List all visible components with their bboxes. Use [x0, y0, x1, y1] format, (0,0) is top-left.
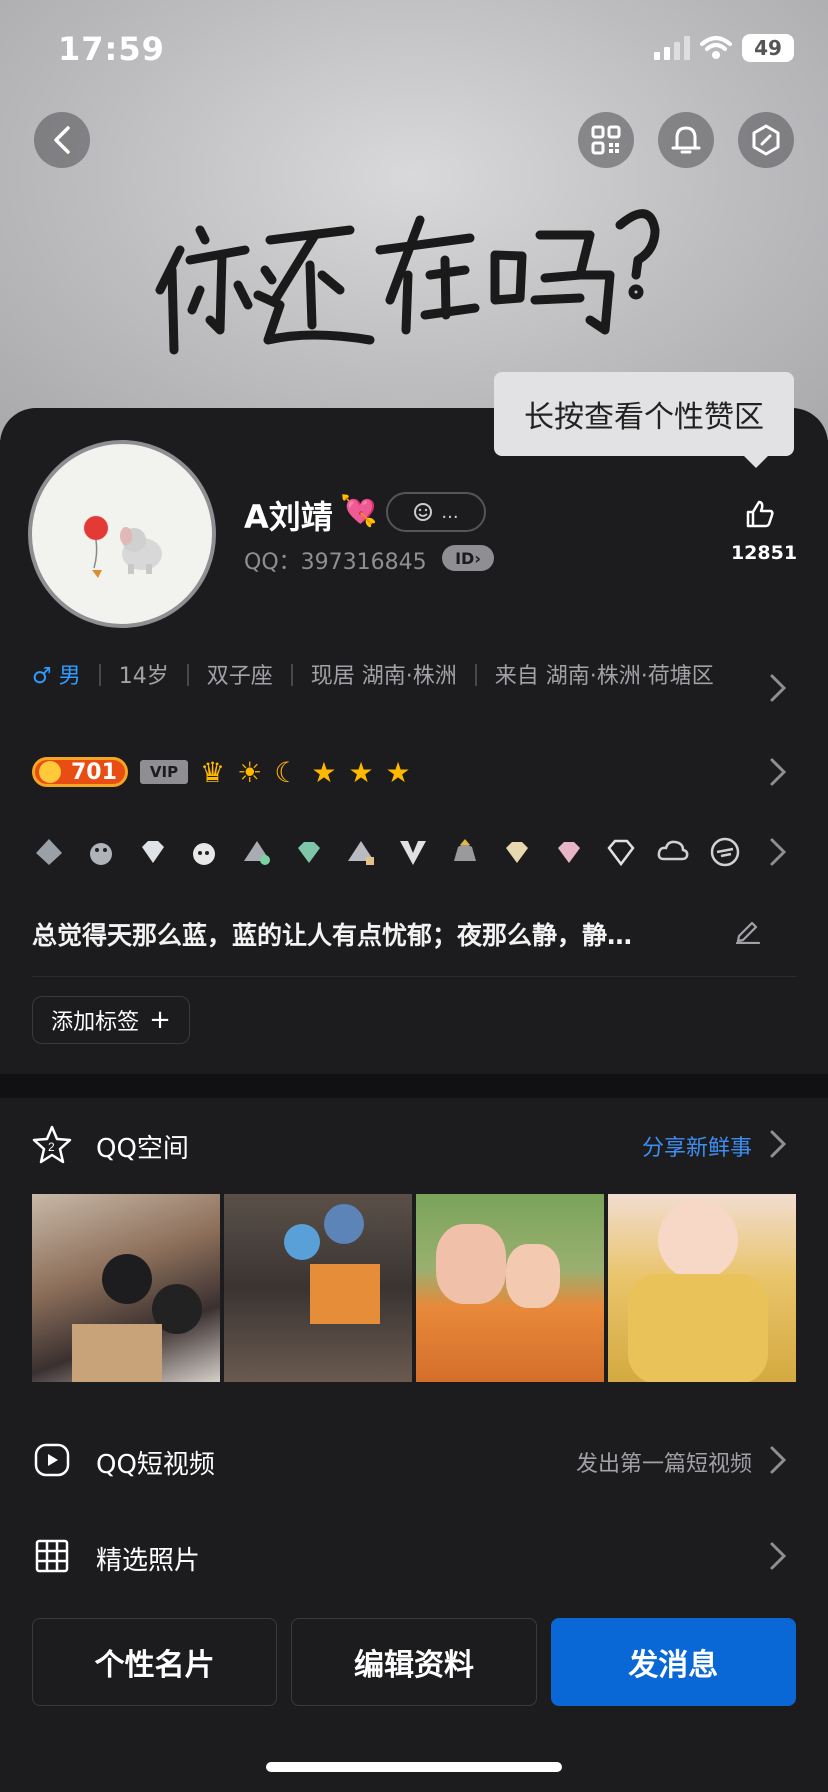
medal-icon [244, 841, 270, 865]
gender-label: ♂ 男 [32, 664, 81, 689]
back-button[interactable] [34, 112, 90, 168]
coin-icon [39, 761, 61, 783]
id-badge[interactable]: ID › [442, 545, 494, 571]
current-location: 现居 湖南·株洲 [310, 664, 457, 689]
emoji-add-icon [414, 503, 433, 521]
qzone-chevron-icon [770, 1130, 787, 1158]
avatar-illustration [84, 516, 162, 578]
qzone-photo-strip[interactable] [32, 1194, 796, 1382]
diamond-icon [558, 842, 580, 863]
edit-profile-button[interactable]: 编辑资料 [291, 1618, 537, 1706]
wifi-icon [700, 36, 732, 59]
diamond-icon [298, 842, 320, 863]
cloud-icon [657, 840, 689, 861]
medal-icon [348, 841, 374, 865]
add-tag-button[interactable]: 添加标签 + [32, 996, 190, 1044]
id-badge-label: ID [455, 548, 475, 568]
hometown-location: 来自 湖南·株洲·荷塘区 [494, 664, 714, 689]
plus-icon: + [149, 1005, 171, 1035]
status-time: 17:59 [58, 30, 165, 68]
crown-icon: ♛ [200, 755, 226, 789]
star-icon: ★ [385, 755, 411, 789]
personal-info[interactable]: ♂ 男 14岁 双子座 现居 湖南·株洲 来自 湖南·株洲·荷塘区 [32, 658, 732, 696]
star-icon: ★ [311, 755, 337, 789]
sun-icon: ☀ [237, 755, 263, 789]
hexagon-settings-icon [752, 124, 780, 156]
qr-code-icon [591, 125, 621, 155]
post-first-video-link[interactable]: 发出第一篇短视频 [576, 1446, 752, 1478]
qzone-title: QQ空间 [96, 1134, 189, 1164]
like-button[interactable] [728, 498, 792, 534]
qq-number[interactable]: QQ：397316845 [244, 544, 427, 576]
send-message-button[interactable]: 发消息 [550, 1618, 796, 1706]
thumbs-up-icon [746, 500, 774, 528]
featured-photos-title: 精选照片 [96, 1546, 201, 1576]
status-pill-text: ... [441, 501, 459, 523]
featured-photos-section[interactable]: 精选照片 [0, 1526, 828, 1586]
like-zone-tooltip: 长按查看个性赞区 [494, 372, 794, 468]
home-indicator[interactable] [266, 1762, 562, 1772]
heart-icon: 💘 [340, 494, 378, 529]
qzone-star-icon: 2 [32, 1125, 72, 1164]
diamond-icon [142, 841, 164, 863]
level-value: 701 [71, 759, 117, 785]
edit-pencil-icon[interactable] [734, 916, 762, 944]
like-count: 12851 [730, 542, 798, 564]
bell-icon [671, 126, 701, 154]
medal-icon [90, 843, 112, 865]
cellular-signal-icon [654, 36, 690, 60]
notification-button[interactable] [658, 112, 714, 168]
qzone-photo[interactable] [608, 1194, 796, 1382]
cf-badge-icon [710, 837, 740, 867]
short-video-section[interactable]: QQ短视频 发出第一篇短视频 [0, 1430, 828, 1490]
handwriting-cover-art [155, 209, 660, 355]
photos-chevron-icon [770, 1542, 787, 1570]
moon-icon: ☾ [274, 755, 300, 789]
level-chevron-icon[interactable] [768, 756, 788, 788]
qzone-section[interactable]: 2 QQ空间 分享新鲜事 [0, 1114, 828, 1174]
short-video-title: QQ短视频 [96, 1450, 215, 1480]
chevron-left-icon [54, 126, 70, 154]
video-play-icon [34, 1443, 70, 1477]
divider [32, 976, 796, 977]
battery-indicator: 49 [742, 34, 794, 62]
level-badges[interactable]: 701 VIP ♛ ☀ ☾ ★ ★ ★ [32, 752, 411, 792]
level-pill: 701 [32, 757, 128, 787]
qzone-photo[interactable] [224, 1194, 412, 1382]
status-pill[interactable]: ... [386, 492, 486, 532]
status-icons: 49 [654, 34, 794, 62]
status-bar: 17:59 49 [0, 0, 828, 100]
diamond-icon [506, 842, 528, 863]
section-separator [0, 1074, 828, 1098]
signature-text[interactable]: 总觉得天那么蓝，蓝的让人有点忧郁；夜那么静，静… [32, 916, 632, 952]
medals-chevron-icon[interactable] [768, 836, 788, 868]
grid-icon [35, 1539, 69, 1573]
settings-button[interactable] [738, 112, 794, 168]
share-news-link[interactable]: 分享新鲜事 [642, 1130, 752, 1162]
vip-tag: VIP [140, 760, 188, 784]
bottom-action-bar: 个性名片 编辑资料 发消息 [32, 1618, 796, 1706]
age-label: 14岁 [118, 664, 169, 689]
profile-card-button[interactable]: 个性名片 [32, 1618, 278, 1706]
medal-icons[interactable] [32, 830, 742, 874]
diamond-icon [607, 839, 635, 867]
add-tag-label: 添加标签 [51, 1010, 140, 1035]
svg-text:2: 2 [48, 1140, 55, 1154]
medal-icon [454, 839, 476, 861]
bomb-icon [193, 843, 215, 865]
v-badge-icon [400, 841, 426, 865]
video-chevron-icon [770, 1446, 787, 1474]
qr-code-button[interactable] [578, 112, 634, 168]
profile-name: A刘靖 [244, 498, 333, 536]
zodiac-label: 双子座 [206, 664, 273, 689]
qzone-photo[interactable] [416, 1194, 604, 1382]
qzone-photo[interactable] [32, 1194, 220, 1382]
info-chevron-icon[interactable] [768, 672, 788, 704]
medal-icon [36, 839, 62, 865]
star-icon: ★ [348, 755, 374, 789]
avatar[interactable] [28, 440, 216, 628]
